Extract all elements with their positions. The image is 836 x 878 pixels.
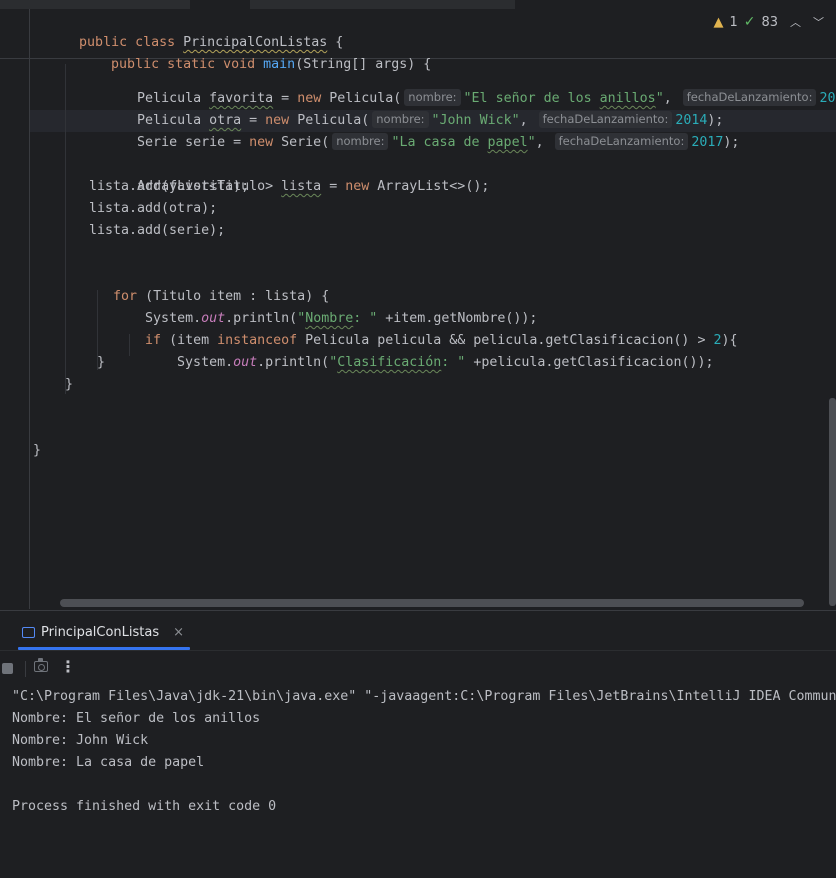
- code-token: =: [321, 179, 346, 194]
- code-token: ": [329, 355, 338, 370]
- code-token: Serie serie =: [137, 135, 250, 150]
- code-token: ": [527, 135, 536, 150]
- code-token: Clasificación: [337, 355, 442, 370]
- run-tab[interactable]: PrincipalConListas ×: [22, 619, 184, 645]
- code-editor[interactable]: ▲ 1 ✓ 83 ︿ ﹀ public class PrincipalConLi…: [0, 0, 836, 610]
- check-icon: ✓: [743, 14, 756, 30]
- code-line[interactable]: Serie serie = new Serie(nombre: "La casa …: [89, 110, 739, 150]
- code-token: out: [233, 355, 258, 370]
- parameter-hint: fechaDeLanzamiento:: [554, 133, 689, 150]
- ide-window: ▲ 1 ✓ 83 ︿ ﹀ public class PrincipalConLi…: [0, 0, 836, 878]
- check-count: 83: [761, 14, 778, 30]
- parameter-hint: nombre:: [332, 133, 389, 150]
- toolbar-separator: [25, 661, 26, 677]
- tab-strip-segment: [0, 0, 190, 9]
- console-line: Process finished with exit code 0: [12, 799, 277, 814]
- code-token: new: [249, 135, 274, 150]
- close-icon[interactable]: ×: [173, 625, 184, 640]
- code-token: 2017: [691, 135, 724, 150]
- warning-icon: ▲: [713, 14, 724, 30]
- vertical-scrollbar[interactable]: [829, 398, 836, 606]
- code-token: +pelicula.getClasificacion());: [465, 355, 714, 370]
- indent-guide: [65, 64, 66, 394]
- code-token: : ": [441, 355, 466, 370]
- code-token: ,: [535, 135, 552, 150]
- gutter-divider: [29, 9, 30, 609]
- code-line[interactable]: lista.add(serie);: [89, 220, 225, 242]
- tab-strip-segment: [250, 0, 515, 9]
- top-tab-strip: [0, 0, 836, 9]
- stop-icon[interactable]: [2, 663, 13, 674]
- code-line[interactable]: public class PrincipalConListas {: [31, 10, 343, 50]
- console-line: Nombre: La casa de papel: [12, 755, 205, 770]
- chevron-down-icon[interactable]: ﹀: [813, 14, 824, 30]
- code-line[interactable]: lista.add(otra);: [89, 198, 217, 220]
- code-line[interactable]: System.out.println("Nombre: " +item.getN…: [97, 286, 537, 326]
- code-token: papel: [487, 135, 528, 150]
- code-token: ){: [721, 333, 738, 348]
- code-token: lista: [281, 179, 322, 194]
- warning-count: 1: [729, 14, 738, 30]
- code-line[interactable]: lista.add(favorita);: [89, 176, 249, 198]
- code-line[interactable]: Pelicula otra = new Pelicula(nombre: "Joh…: [89, 88, 723, 128]
- code-token: new: [345, 179, 370, 194]
- code-token: "La casa de: [391, 135, 488, 150]
- code-line[interactable]: }: [65, 374, 73, 396]
- run-tab-label: PrincipalConListas: [41, 624, 160, 640]
- file-icon: [22, 626, 35, 638]
- console-line: Nombre: John Wick: [12, 733, 149, 748]
- code-line[interactable]: for (Titulo item : lista) {: [65, 264, 329, 304]
- camera-icon[interactable]: [34, 658, 48, 672]
- horizontal-scrollbar[interactable]: [60, 599, 804, 607]
- code-token: ArrayList<>();: [369, 179, 490, 194]
- code-line[interactable]: public static void main(String[] args) {: [63, 32, 431, 72]
- toolbar-divider: [0, 650, 836, 651]
- console-line: "C:\Program Files\Java\jdk-21\bin\java.e…: [12, 689, 836, 704]
- code-token: System.: [177, 355, 234, 370]
- code-token: );: [723, 135, 740, 150]
- inspections-widget[interactable]: ▲ 1 ✓ 83 ︿ ﹀: [713, 12, 824, 32]
- run-toolbar: ⋮: [0, 655, 836, 681]
- code-line[interactable]: Pelicula favorita = new Pelicula(nombre:…: [89, 66, 836, 106]
- code-line[interactable]: }: [33, 440, 41, 462]
- code-token: .println(: [257, 355, 330, 370]
- run-tool-window: PrincipalConListas × ⋮ "C:\Program Files…: [0, 610, 836, 878]
- code-line[interactable]: }: [97, 352, 105, 374]
- more-icon[interactable]: ⋮: [60, 657, 76, 676]
- code-line[interactable]: ArrayList<Titulo> lista = new ArrayList<…: [89, 154, 489, 194]
- code-token: 2001: [819, 91, 836, 106]
- chevron-up-icon[interactable]: ︿: [790, 14, 801, 30]
- code-token: Serie(: [273, 135, 330, 150]
- code-line[interactable]: if (item instanceof Pelicula pelicula &&…: [97, 308, 737, 348]
- code-line[interactable]: System.out.println("Clasificación: " +pe…: [129, 330, 713, 370]
- console-line: Nombre: El señor de los anillos: [12, 711, 261, 726]
